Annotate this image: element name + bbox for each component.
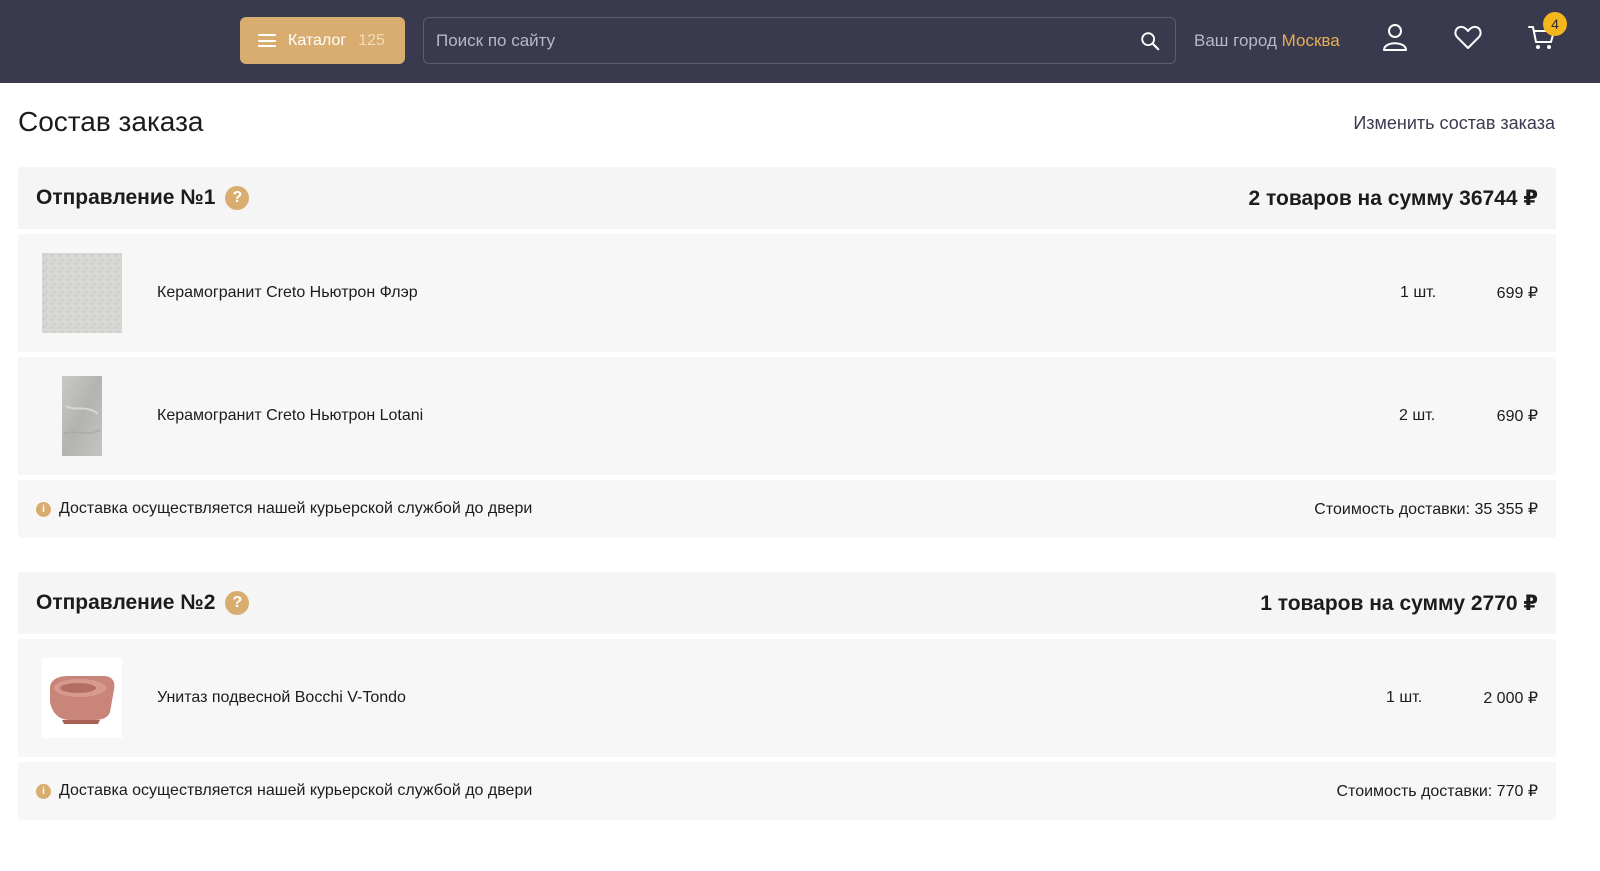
delivery-cost: Стоимость доставки: 35 355 ₽ bbox=[1314, 501, 1538, 518]
city-prefix: Ваш город bbox=[1194, 31, 1277, 50]
item-price: 699 ₽ bbox=[1496, 285, 1538, 302]
item-name[interactable]: Керамогранит Creto Ньютрон Lotani bbox=[157, 407, 423, 425]
order-item: Керамогранит Creto Ньютрон Флэр 1 шт. 69… bbox=[18, 234, 1556, 352]
delivery-info: i Доставка осуществляется нашей курьерск… bbox=[18, 480, 1556, 538]
order-item: Керамогранит Creto Ньютрон Lotani 2 шт. … bbox=[18, 357, 1556, 475]
help-icon[interactable]: ? bbox=[225, 591, 250, 615]
item-quantity: 1 шт. bbox=[1386, 689, 1423, 706]
info-icon: i bbox=[36, 783, 51, 799]
menu-icon bbox=[258, 34, 276, 47]
delivery-info: i Доставка осуществляется нашей курьерск… bbox=[18, 762, 1556, 820]
product-thumbnail-granite-lotani[interactable] bbox=[42, 376, 122, 456]
user-icon[interactable] bbox=[1380, 22, 1410, 52]
product-thumbnail-granite-fler[interactable] bbox=[42, 253, 122, 333]
search-icon[interactable] bbox=[1139, 30, 1161, 52]
shipment-header: Отправление №2 ? 1 товаров на сумму 2770… bbox=[18, 572, 1556, 634]
shipment-title: Отправление №2 ? bbox=[36, 591, 250, 615]
info-icon: i bbox=[36, 501, 51, 517]
item-quantity: 1 шт. bbox=[1400, 284, 1437, 301]
catalog-label: Каталог bbox=[288, 31, 347, 49]
city-selector: Ваш город Москва bbox=[1194, 31, 1340, 51]
shipment-header: Отправление №1 ? 2 товаров на сумму 3674… bbox=[18, 167, 1556, 229]
search-box bbox=[423, 17, 1176, 64]
product-thumbnail-toilet[interactable] bbox=[42, 658, 122, 738]
page-title: Состав заказа bbox=[18, 106, 204, 137]
delivery-note: i Доставка осуществляется нашей курьерск… bbox=[36, 500, 532, 518]
catalog-button[interactable]: Каталог 125 bbox=[240, 17, 405, 64]
shipment-2: Отправление №2 ? 1 товаров на сумму 2770… bbox=[18, 572, 1556, 820]
item-name[interactable]: Керамогранит Creto Ньютрон Флэр bbox=[157, 284, 418, 302]
shipment-title: Отправление №1 ? bbox=[36, 186, 250, 210]
edit-order-link[interactable]: Изменить состав заказа bbox=[1353, 113, 1555, 134]
delivery-note: i Доставка осуществляется нашей курьерск… bbox=[36, 782, 532, 800]
item-price: 690 ₽ bbox=[1496, 408, 1538, 425]
catalog-count: 125 bbox=[358, 31, 385, 49]
city-name[interactable]: Москва bbox=[1282, 31, 1340, 50]
shipment-total: 2 товаров на сумму 36744 ₽ bbox=[1248, 186, 1539, 210]
item-price: 2 000 ₽ bbox=[1483, 690, 1538, 707]
delivery-text: Доставка осуществляется нашей курьерской… bbox=[59, 500, 533, 517]
search-input[interactable] bbox=[424, 18, 1175, 63]
shipment-title-text: Отправление №2 bbox=[36, 591, 216, 614]
site-header: Каталог 125 Ваш город Москва 4 bbox=[0, 0, 1600, 83]
shipment-1: Отправление №1 ? 2 товаров на сумму 3674… bbox=[18, 167, 1556, 538]
shipment-title-text: Отправление №1 bbox=[36, 186, 216, 209]
heart-icon[interactable] bbox=[1453, 22, 1483, 52]
help-icon[interactable]: ? bbox=[225, 186, 250, 210]
item-quantity: 2 шт. bbox=[1399, 407, 1436, 424]
item-name[interactable]: Унитаз подвесной Bocchi V-Tondo bbox=[157, 689, 406, 707]
shipment-total: 1 товаров на сумму 2770 ₽ bbox=[1260, 591, 1538, 615]
delivery-cost: Стоимость доставки: 770 ₽ bbox=[1336, 783, 1538, 800]
cart-count-badge: 4 bbox=[1543, 12, 1567, 36]
order-item: Унитаз подвесной Bocchi V-Tondo 1 шт. 2 … bbox=[18, 639, 1556, 757]
delivery-text: Доставка осуществляется нашей курьерской… bbox=[59, 782, 533, 799]
